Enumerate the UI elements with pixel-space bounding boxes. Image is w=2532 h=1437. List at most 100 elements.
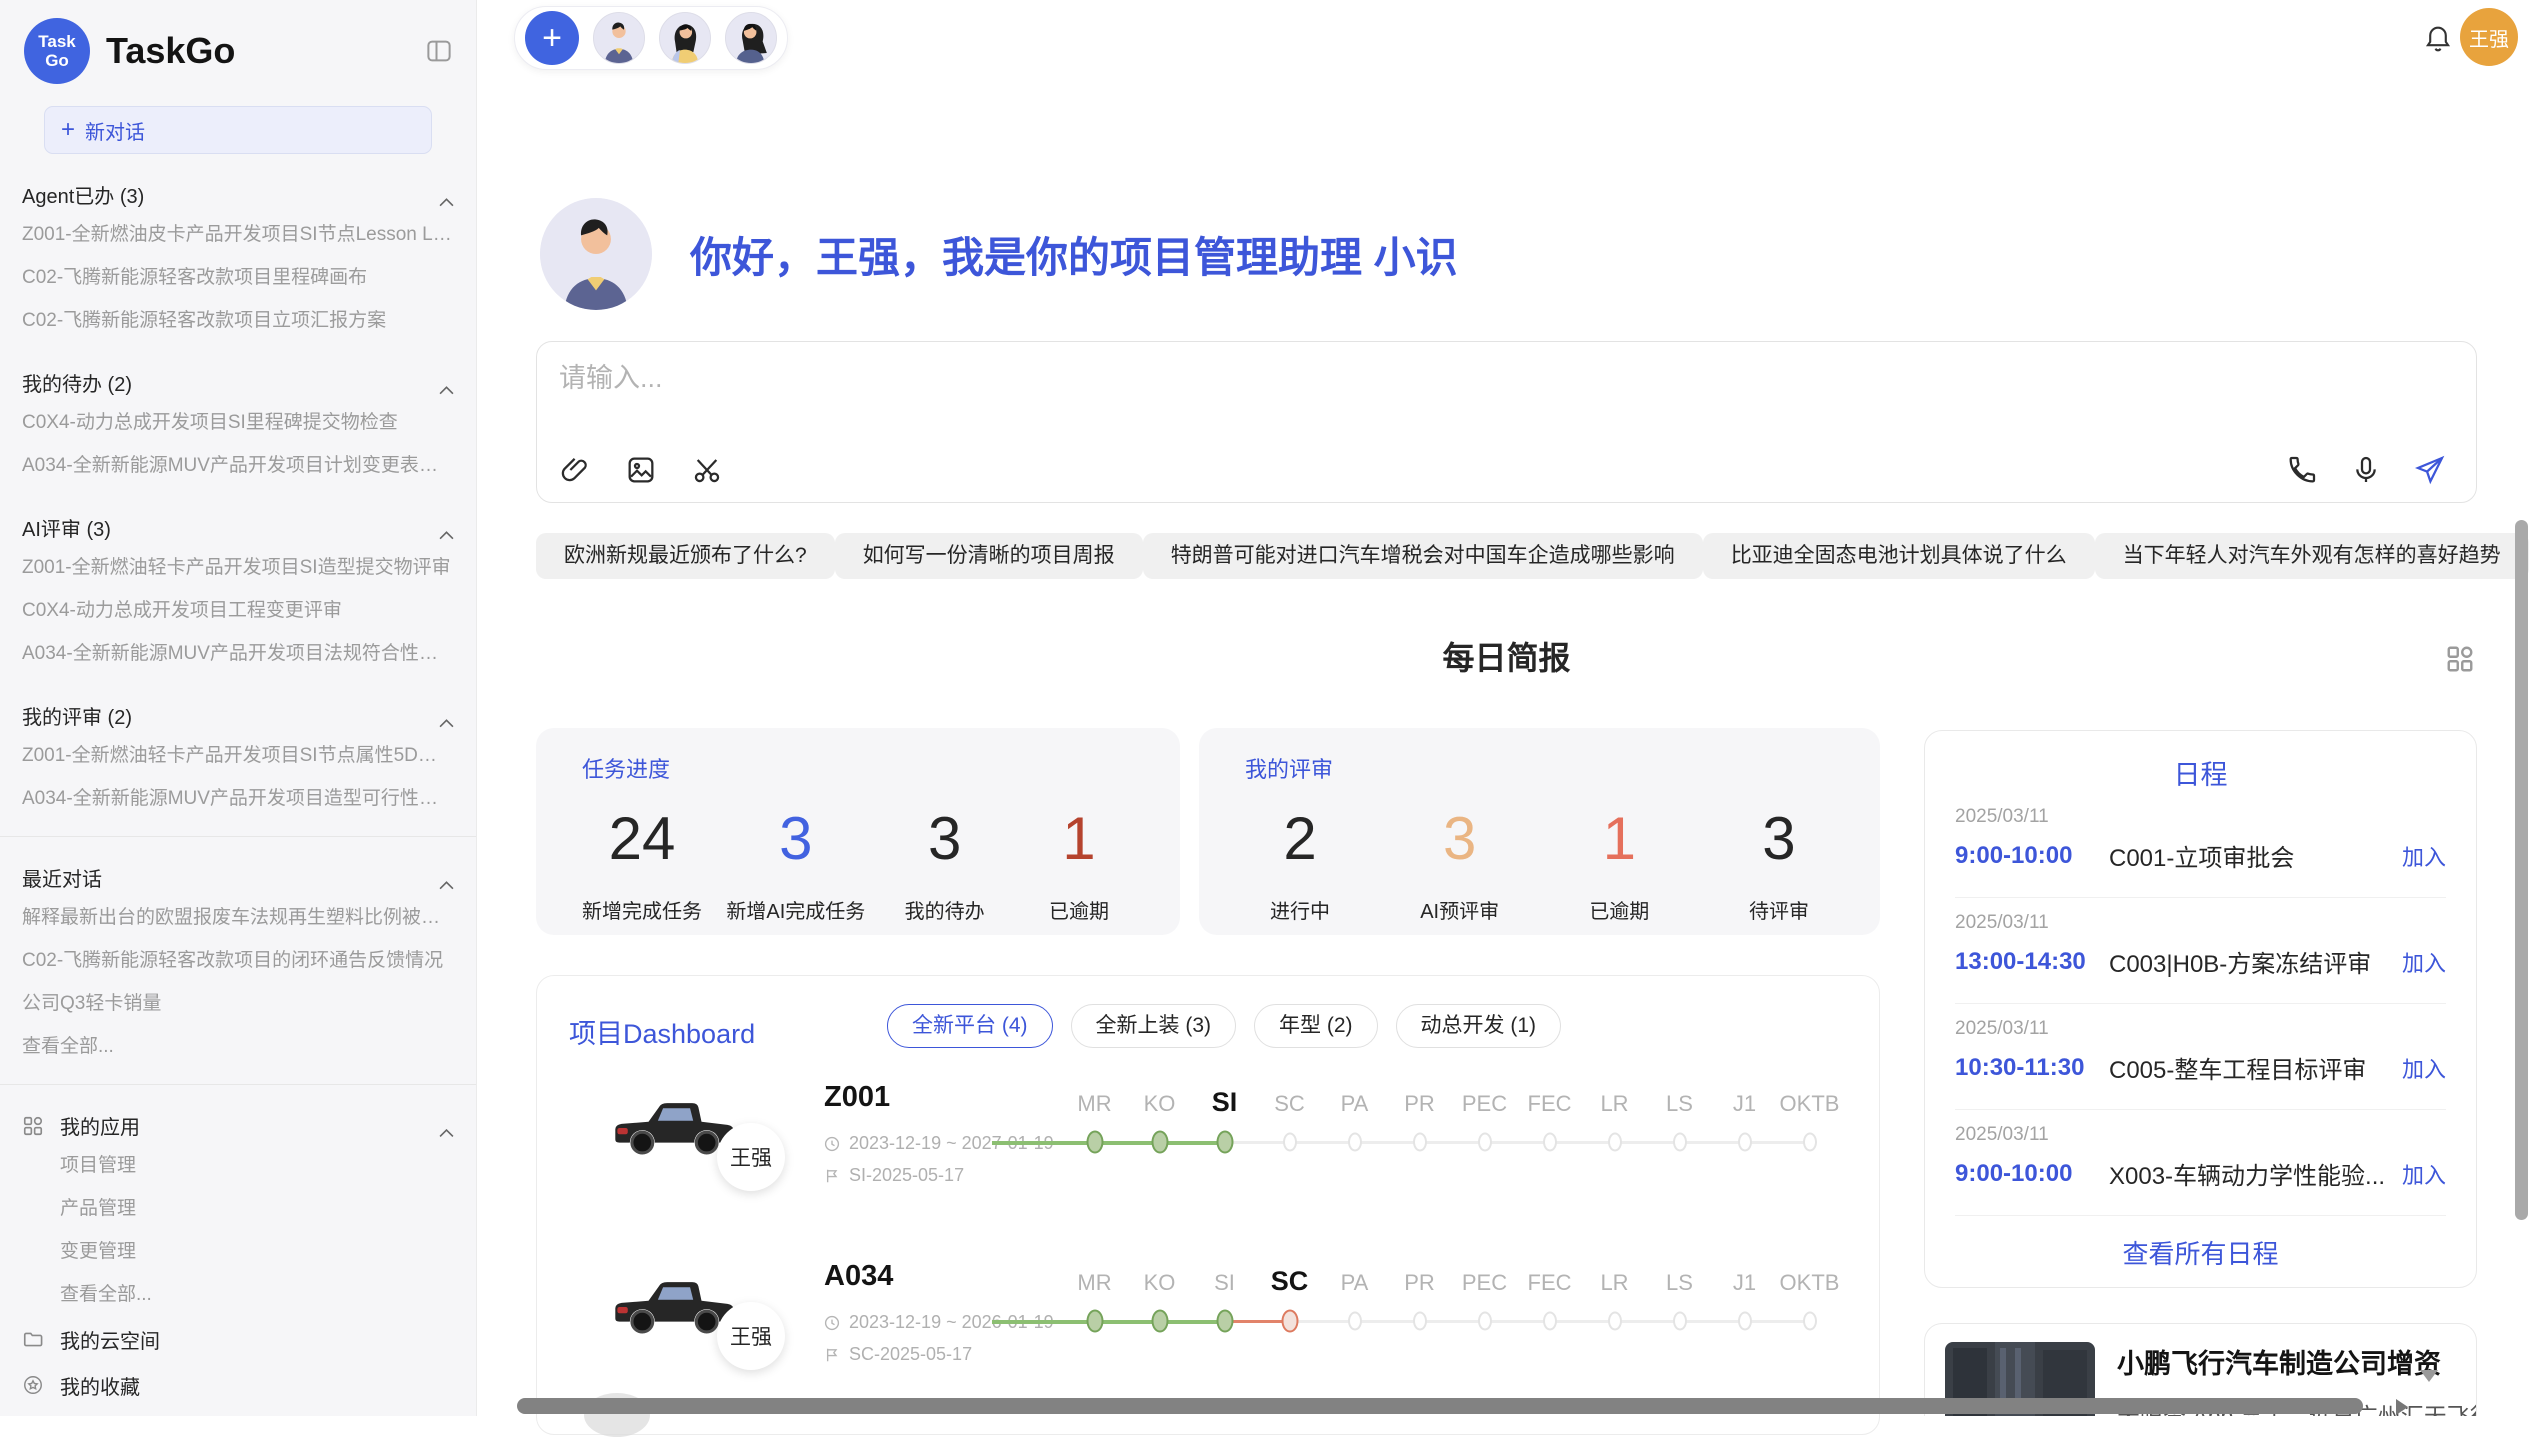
sidebar-item-view-all-apps[interactable]: 查看全部... — [22, 1273, 454, 1316]
stat: 3待评审 — [1724, 804, 1834, 924]
sidebar-section-header[interactable]: 我的待办 (2) — [22, 368, 454, 397]
sidebar-sections: Agent已办 (3) Z001-全新燃油皮卡产品开发项目SI节点Lesson L… — [22, 180, 454, 1068]
suggestion-chip[interactable]: 比亚迪全固态电池计划具体说了什么 — [1703, 533, 2095, 579]
event-join-link[interactable]: 加入 — [2402, 840, 2446, 872]
milestone-label: KO — [1144, 1270, 1176, 1296]
sidebar-item-cloud-space[interactable]: 我的云空间 — [22, 1316, 454, 1362]
scissors-icon[interactable] — [691, 454, 723, 486]
sidebar-item[interactable]: A034-全新新能源MUV产品开发项目造型可行性评审 — [22, 777, 454, 820]
vertical-scrollbar[interactable] — [2515, 520, 2528, 1220]
add-agent-button[interactable]: + — [525, 11, 579, 65]
sidebar-item[interactable]: C0X4-动力总成开发项目SI里程碑提交物检查 — [22, 401, 454, 444]
sidebar-section-header[interactable]: AI评审 (3) — [22, 513, 454, 542]
sidebar-section-title: 我的评审 (2) — [22, 701, 132, 730]
phone-icon[interactable] — [2286, 454, 2318, 486]
attach-icon[interactable] — [559, 454, 591, 486]
view-all-schedule-link[interactable]: 查看所有日程 — [1955, 1234, 2446, 1271]
chevron-up-icon[interactable] — [439, 873, 454, 882]
sidebar-item[interactable]: Z001-全新燃油皮卡产品开发项目SI节点Lesson Learn报告 — [22, 213, 454, 256]
send-icon[interactable] — [2414, 454, 2446, 486]
milestone-label: PEC — [1462, 1091, 1507, 1117]
sidebar-item[interactable]: A034-全新新能源MUV产品开发项目法规符合性评审 — [22, 632, 454, 675]
new-chat-label: 新对话 — [85, 116, 145, 145]
event-name: C001-立项审批会 — [2109, 838, 2402, 873]
chat-input[interactable] — [559, 356, 2259, 426]
project-code[interactable]: Z001 — [824, 1081, 890, 1114]
milestone-dot — [1803, 1133, 1817, 1152]
sidebar-item-my-apps[interactable]: 我的应用 — [22, 1111, 454, 1140]
chevron-up-icon[interactable] — [439, 190, 454, 199]
sidebar-item[interactable]: C02-飞腾新能源轻客改款项目立项汇报方案 — [22, 299, 454, 342]
stat: 1已逾期 — [1564, 804, 1674, 924]
image-icon[interactable] — [625, 454, 657, 486]
sidebar-item[interactable]: 查看全部... — [22, 1025, 454, 1068]
milestone-label: MR — [1077, 1270, 1111, 1296]
scroll-right-arrow-icon[interactable] — [2396, 1399, 2408, 1415]
stat-row: 24新增完成任务3新增AI完成任务3我的待办1已逾期 — [582, 804, 1134, 924]
sidebar-item[interactable]: 公司Q3轻卡销量 — [22, 982, 454, 1025]
event-join-link[interactable]: 加入 — [2402, 1052, 2446, 1084]
milestone-dot — [1086, 1131, 1103, 1154]
sidebar-item[interactable]: Z001-全新燃油轻卡产品开发项目SI造型提交物评审 — [22, 546, 454, 589]
chevron-up-icon[interactable] — [439, 378, 454, 387]
sidebar-section-header[interactable]: 最近对话 — [22, 863, 454, 892]
notification-bell-icon[interactable] — [2421, 22, 2455, 58]
agent-avatar-3[interactable] — [725, 12, 777, 64]
topbar-agents: + — [514, 6, 788, 70]
logo-text-2: Go — [45, 51, 69, 70]
assistant-avatar — [540, 198, 652, 310]
event-join-link[interactable]: 加入 — [2402, 946, 2446, 978]
chevron-up-icon[interactable] — [439, 711, 454, 720]
sidebar-section-header[interactable]: Agent已办 (3) — [22, 180, 454, 209]
suggestion-chip[interactable]: 欧洲新规最近颁布了什么? — [536, 533, 835, 579]
sidebar-section-header[interactable]: 我的评审 (2) — [22, 701, 454, 730]
stat: 2进行中 — [1245, 804, 1355, 924]
chevron-up-icon[interactable] — [439, 523, 454, 532]
dashboard-title: 项目Dashboard — [569, 1012, 755, 1051]
agent-avatar-2[interactable] — [659, 12, 711, 64]
sidebar-item-favorites[interactable]: 我的收藏 — [22, 1362, 454, 1408]
stat-card-tasks: 任务进度 24新增完成任务3新增AI完成任务3我的待办1已逾期 — [536, 728, 1180, 935]
agent-avatar-1[interactable] — [593, 12, 645, 64]
briefing-layout-icon[interactable] — [2445, 644, 2475, 674]
milestone-dot — [1478, 1312, 1492, 1331]
milestone-label: PR — [1404, 1270, 1435, 1296]
schedule-event: 2025/03/119:00-10:00C001-立项审批会加入 — [1955, 792, 2446, 898]
event-join-link[interactable]: 加入 — [2402, 1158, 2446, 1190]
milestone-label: FEC — [1528, 1091, 1572, 1117]
chevron-up-icon[interactable] — [439, 1121, 454, 1130]
event-time: 13:00-14:30 — [1955, 948, 2109, 976]
horizontal-scrollbar[interactable] — [517, 1398, 2363, 1414]
dashboard-tab[interactable]: 动总开发 (1) — [1396, 1004, 1562, 1048]
milestone-label: LS — [1666, 1270, 1693, 1296]
suggestion-chip[interactable]: 特朗普可能对进口汽车增税会对中国车企造成哪些影响 — [1143, 533, 1703, 579]
stat-card-reviews: 我的评审 2进行中3AI预评审1已逾期3待评审 — [1199, 728, 1880, 935]
suggestion-chip[interactable]: 当下年轻人对汽车外观有怎样的喜好趋势 — [2095, 533, 2529, 579]
sidebar-item[interactable]: A034-全新新能源MUV产品开发项目计划变更表编写 — [22, 444, 454, 487]
stat-value: 3 — [726, 804, 865, 873]
sidebar-item-project-mgmt[interactable]: 项目管理 — [22, 1144, 454, 1187]
folder-icon — [22, 1328, 44, 1350]
dashboard-tab[interactable]: 年型 (2) — [1254, 1004, 1378, 1048]
project-code[interactable]: A034 — [824, 1260, 893, 1293]
schedule-card: 日程 2025/03/119:00-10:00C001-立项审批会加入2025/… — [1924, 730, 2477, 1288]
suggestion-chip[interactable]: 如何写一份清晰的项目周报 — [835, 533, 1143, 579]
milestone-dot — [1151, 1131, 1168, 1154]
stat: 3AI预评审 — [1405, 804, 1515, 924]
sidebar-item[interactable]: C02-飞腾新能源轻客改款项目的闭环通告反馈情况 — [22, 939, 454, 982]
sidebar-item-product-mgmt[interactable]: 产品管理 — [22, 1187, 454, 1230]
microphone-icon[interactable] — [2350, 454, 2382, 486]
sidebar-item[interactable]: C02-飞腾新能源轻客改款项目里程碑画布 — [22, 256, 454, 299]
sidebar-item[interactable]: Z001-全新燃油轻卡产品开发项目SI节点属性5D文件评审 — [22, 734, 454, 777]
user-avatar[interactable]: 王强 — [2460, 8, 2518, 66]
new-chat-button[interactable]: + 新对话 — [44, 106, 432, 154]
sidebar-item-change-mgmt[interactable]: 变更管理 — [22, 1230, 454, 1273]
sidebar-item[interactable]: C0X4-动力总成开发项目工程变更评审 — [22, 589, 454, 632]
dashboard-tab[interactable]: 全新平台 (4) — [887, 1004, 1053, 1048]
dashboard-tab[interactable]: 全新上装 (3) — [1071, 1004, 1237, 1048]
sidebar-toggle-icon[interactable] — [424, 36, 454, 66]
event-name: C003|H0B-方案冻结评审 — [2109, 944, 2402, 979]
favorites-label: 我的收藏 — [60, 1371, 140, 1400]
sidebar-item[interactable]: 解释最新出台的欧盟报废车法规再生塑料比例被调至15%... — [22, 896, 454, 939]
scroll-down-arrow-icon[interactable] — [2420, 1370, 2438, 1382]
